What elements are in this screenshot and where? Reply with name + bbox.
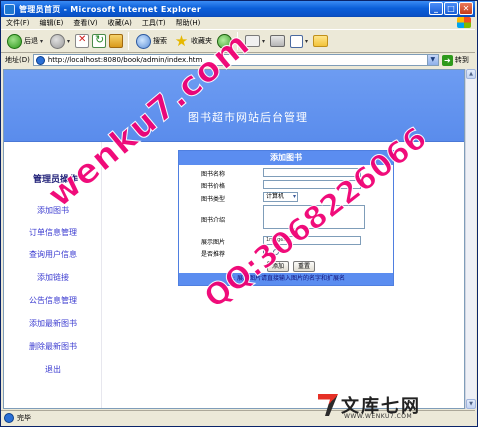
window-controls: _ □ ✕ xyxy=(429,2,473,15)
sidebar-item-orders[interactable]: 订单信息管理 xyxy=(4,227,102,238)
form-footer-note: 注: 展示图片请直接输入图片的名字和扩展名 xyxy=(179,273,393,285)
go-button[interactable]: ➜ 转到 xyxy=(441,54,469,66)
book-image-input[interactable]: 1mages/ xyxy=(263,236,361,245)
book-price-input[interactable] xyxy=(263,180,361,189)
recommend-yes-radio[interactable] xyxy=(263,249,269,255)
refresh-icon[interactable] xyxy=(92,33,107,48)
status-text: 完毕 xyxy=(17,414,31,422)
minimize-icon[interactable]: _ xyxy=(429,2,443,15)
chevron-down-icon[interactable]: ▼ xyxy=(426,55,438,65)
star-icon: ★ xyxy=(174,31,189,50)
sidebar-item-notices[interactable]: 公告信息管理 xyxy=(4,295,102,306)
book-image-label: 展示图片 xyxy=(201,239,226,246)
favorites-button[interactable]: ★ 收藏夹 xyxy=(172,31,214,51)
chevron-down-icon: ▾ xyxy=(40,37,44,45)
history-icon[interactable] xyxy=(217,33,233,49)
menu-edit[interactable]: 编辑(E) xyxy=(40,18,64,28)
sidebar-item-add-book[interactable]: 添加图书 xyxy=(4,205,102,216)
forward-button[interactable]: ▾ xyxy=(48,31,72,51)
go-arrow-icon: ➜ xyxy=(441,54,453,66)
chevron-down-icon: ▾ xyxy=(305,37,309,45)
menu-favorites[interactable]: 收藏(A) xyxy=(108,18,132,28)
menu-view[interactable]: 查看(V) xyxy=(73,18,97,28)
back-button[interactable]: 后退 ▾ xyxy=(5,31,45,51)
form-body: 图书名称 图书价格 图书类型 计算机 图书介绍 展示图片 1mages/ 是否推… xyxy=(179,165,393,273)
book-price-label: 图书价格 xyxy=(201,183,226,190)
sidebar-item-add-new-book[interactable]: 添加最新图书 xyxy=(4,318,102,329)
window-title: 管理员首页 - Microsoft Internet Explorer xyxy=(19,4,202,14)
recommend-no-radio[interactable] xyxy=(272,249,279,255)
page-icon xyxy=(4,413,14,423)
admin-sidebar: 管理员操作 添加图书 订单信息管理 查询用户信息 添加链接 公告信息管理 添加最… xyxy=(4,142,102,408)
address-bar: 地址(D) http://localhost:8080/book/admin/i… xyxy=(1,53,475,67)
book-intro-textarea[interactable] xyxy=(263,205,365,229)
add-button[interactable]: 添加 xyxy=(267,261,289,272)
stop-icon[interactable] xyxy=(75,34,90,48)
edit-icon xyxy=(290,34,304,48)
scroll-down-icon[interactable]: ▼ xyxy=(466,399,476,409)
book-intro-label: 图书介绍 xyxy=(201,217,226,224)
mail-icon xyxy=(245,35,261,47)
toolbar-separator xyxy=(237,32,239,50)
print-icon[interactable] xyxy=(270,35,286,47)
sidebar-item-add-link[interactable]: 添加链接 xyxy=(4,272,102,283)
mail-button[interactable]: ▾ xyxy=(243,31,267,51)
brand-url: WWW.WENKU7.COM xyxy=(344,413,413,420)
search-label: 搜索 xyxy=(153,37,168,45)
windows-logo-icon xyxy=(457,17,471,28)
back-label: 后退 xyxy=(24,37,38,45)
back-arrow-icon xyxy=(7,33,22,49)
maximize-icon[interactable]: □ xyxy=(444,2,458,15)
menu-tools[interactable]: 工具(T) xyxy=(142,18,166,28)
page-icon xyxy=(35,55,45,65)
search-button[interactable]: 搜索 xyxy=(134,31,169,51)
book-name-input[interactable] xyxy=(263,168,361,177)
recommend-label: 是否推荐 xyxy=(201,251,226,258)
sidebar-item-logout[interactable]: 退出 xyxy=(4,364,102,375)
sidebar-item-delete-new-book[interactable]: 删除最新图书 xyxy=(4,341,102,352)
search-icon xyxy=(136,33,152,49)
menu-bar: 文件(F) 编辑(E) 查看(V) 收藏(A) 工具(T) 帮助(H) xyxy=(1,17,475,29)
brand-logo-icon xyxy=(318,394,338,416)
book-name-label: 图书名称 xyxy=(201,171,226,178)
home-icon[interactable] xyxy=(109,34,124,48)
toolbar: 后退 ▾ ▾ 搜索 ★ 收藏夹 ▾ ▾ xyxy=(1,29,475,53)
add-book-form: 添加图书 图书名称 图书价格 图书类型 计算机 图书介绍 展示图片 1mages… xyxy=(178,150,394,286)
reset-button[interactable]: 重置 xyxy=(293,261,315,272)
toolbar-separator xyxy=(128,32,130,50)
book-category-label: 图书类型 xyxy=(201,196,226,203)
go-label: 转到 xyxy=(454,56,469,64)
vertical-scrollbar[interactable]: ▲ ▼ xyxy=(465,69,476,409)
recommend-options xyxy=(263,249,281,257)
sidebar-item-users[interactable]: 查询用户信息 xyxy=(4,249,102,260)
favorites-label: 收藏夹 xyxy=(191,37,213,45)
title-bar: 管理员首页 - Microsoft Internet Explorer _ □ … xyxy=(1,1,475,17)
address-input[interactable]: http://localhost:8080/book/admin/index.h… xyxy=(32,54,439,66)
close-icon[interactable]: ✕ xyxy=(459,2,473,15)
folder-icon[interactable] xyxy=(313,35,329,47)
address-url: http://localhost:8080/book/admin/index.h… xyxy=(47,56,203,64)
form-title: 添加图书 xyxy=(179,151,393,165)
chevron-down-icon: ▾ xyxy=(262,37,266,45)
chevron-down-icon: ▾ xyxy=(67,37,71,45)
edit-button[interactable]: ▾ xyxy=(288,31,310,51)
book-category-select[interactable]: 计算机 xyxy=(263,192,298,202)
menu-help[interactable]: 帮助(H) xyxy=(176,18,201,28)
page-banner xyxy=(4,70,464,142)
page-title: 图书超市网站后台管理 xyxy=(188,111,308,124)
ie-icon xyxy=(4,3,15,15)
menu-file[interactable]: 文件(F) xyxy=(6,18,30,28)
sidebar-heading: 管理员操作 xyxy=(33,175,79,185)
forward-arrow-icon xyxy=(50,33,66,49)
scroll-up-icon[interactable]: ▲ xyxy=(466,69,476,79)
address-label: 地址(D) xyxy=(5,56,30,64)
page-viewport: 图书超市网站后台管理 管理员操作 添加图书 订单信息管理 查询用户信息 添加链接… xyxy=(3,69,465,409)
